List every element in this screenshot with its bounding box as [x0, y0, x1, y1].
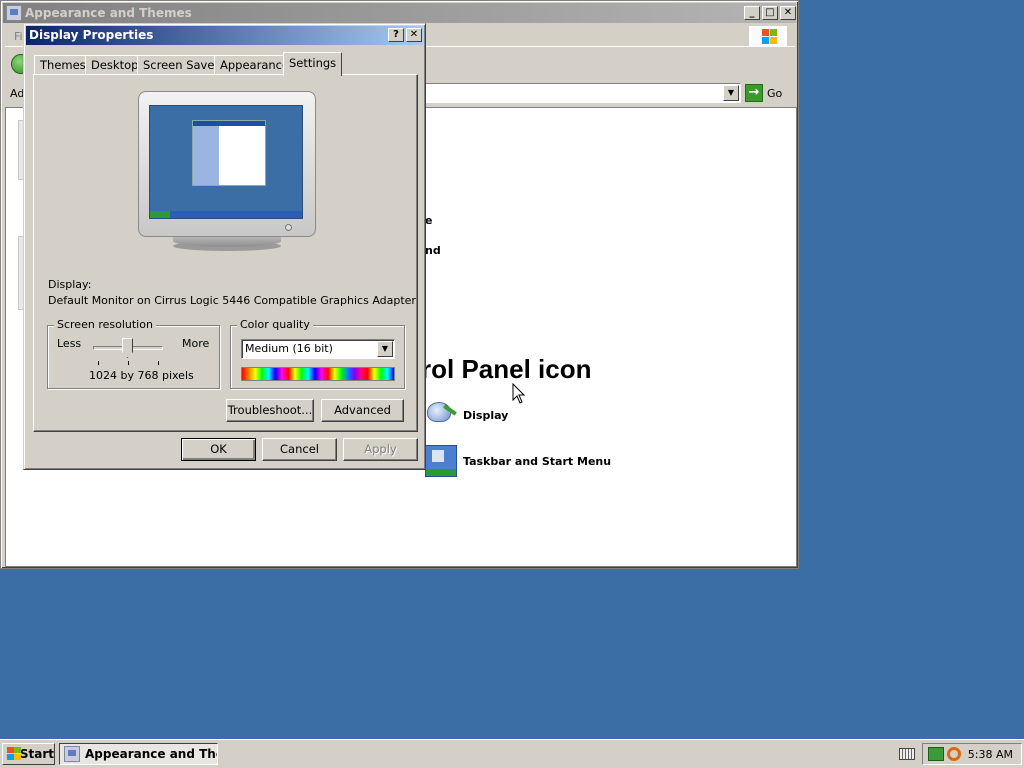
slider-tick	[158, 361, 159, 365]
ok-button[interactable]: OK	[181, 438, 256, 461]
preview-window	[192, 120, 266, 186]
advanced-button[interactable]: Advanced	[321, 399, 404, 422]
taskbar-start-menu-item[interactable]: Taskbar and Start Menu	[425, 445, 611, 477]
folder-window-icon	[64, 746, 80, 762]
explorer-title-bar[interactable]: Appearance and Themes _ □ ✕	[3, 3, 796, 23]
color-quality-group: Color quality Medium (16 bit) ▼	[230, 318, 405, 389]
start-label: Start	[19, 747, 54, 761]
preview-taskbar	[150, 211, 302, 218]
taskbar-icon	[425, 445, 457, 477]
folder-window-icon	[6, 5, 22, 21]
taskbar-item-label: Taskbar and Start Menu	[463, 454, 612, 468]
start-button[interactable]: Start	[2, 743, 55, 765]
cancel-button[interactable]: Cancel	[262, 438, 337, 461]
dialog-title-bar[interactable]: Display Properties ? ✕	[26, 26, 423, 45]
pick-control-panel-heading: rol Panel icon	[421, 354, 592, 384]
display-icon	[425, 400, 457, 430]
text-fragment: nd	[425, 244, 441, 257]
color-quality-select[interactable]: Medium (16 bit) ▼	[241, 339, 395, 359]
tab-screen-saver[interactable]: Screen Saver	[137, 55, 226, 75]
resolution-value-text: 1024 by 768 pixels	[89, 369, 194, 382]
mouse-cursor-icon	[512, 383, 526, 404]
troubleshoot-button[interactable]: Troubleshoot...	[226, 399, 314, 422]
maximize-button[interactable]: □	[762, 6, 778, 20]
address-dropdown-button[interactable]: ▼	[723, 85, 739, 101]
monitor-preview	[138, 91, 316, 271]
resolution-slider-thumb[interactable]	[122, 338, 133, 358]
help-button[interactable]: ?	[388, 28, 404, 42]
system-tray: 5:38 AM	[922, 743, 1022, 765]
tab-desktop[interactable]: Desktop	[85, 55, 145, 75]
display-adapter-text: Default Monitor on Cirrus Logic 5446 Com…	[48, 294, 416, 307]
search-icon[interactable]	[947, 747, 961, 761]
windows-logo-icon	[749, 26, 787, 46]
windows-flag-icon	[6, 747, 21, 761]
keyboard-icon[interactable]	[899, 748, 915, 760]
preview-start-button	[150, 211, 170, 218]
tab-themes[interactable]: Themes	[34, 55, 92, 75]
slider-tick	[98, 361, 99, 365]
display-properties-dialog: Display Properties ? ✕ Themes Desktop Sc…	[23, 23, 426, 470]
color-spectrum-bar	[241, 367, 395, 381]
taskbar-window-button[interactable]: Appearance and The...	[59, 743, 218, 765]
color-quality-value: Medium (16 bit)	[245, 342, 333, 355]
display-label: Display:	[48, 278, 92, 291]
chevron-down-icon[interactable]: ▼	[377, 341, 393, 357]
resolution-less-label: Less	[57, 337, 82, 350]
dialog-close-button[interactable]: ✕	[406, 28, 422, 42]
apply-button[interactable]: Apply	[343, 438, 418, 461]
taskbar-window-label: Appearance and The...	[85, 747, 217, 761]
address-input[interactable]: ▼	[425, 83, 741, 103]
go-button[interactable]: → Go	[745, 84, 791, 102]
slider-tick	[128, 361, 129, 365]
color-quality-title: Color quality	[237, 318, 313, 331]
settings-panel: Display: Default Monitor on Cirrus Logic…	[33, 74, 418, 432]
text-fragment: e	[425, 214, 433, 227]
display-item-label: Display	[463, 408, 509, 422]
display-item[interactable]: Display	[425, 400, 508, 430]
explorer-close-button[interactable]: ✕	[780, 6, 796, 20]
resolution-more-label: More	[182, 337, 210, 350]
tab-settings[interactable]: Settings	[283, 52, 343, 76]
network-icon[interactable]	[928, 747, 944, 761]
clock[interactable]: 5:38 AM	[968, 748, 1013, 761]
go-label: Go	[767, 86, 783, 100]
screen-resolution-title: Screen resolution	[54, 318, 156, 331]
monitor-screen	[149, 105, 303, 219]
monitor-power-icon	[285, 224, 292, 231]
dialog-title: Display Properties	[29, 28, 154, 42]
go-arrow-icon: →	[745, 84, 763, 102]
screen-resolution-group: Screen resolution Less More 1024 by 768 …	[47, 318, 220, 389]
taskbar: Start Appearance and The... 5:38 AM	[0, 739, 1024, 768]
minimize-button[interactable]: _	[744, 6, 760, 20]
explorer-title: Appearance and Themes	[25, 6, 192, 20]
monitor-bezel	[138, 91, 316, 237]
